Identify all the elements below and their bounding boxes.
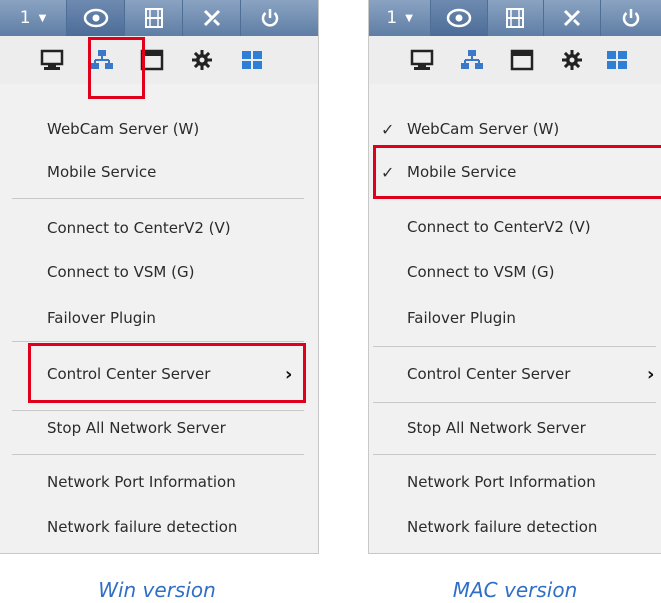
menu-separator bbox=[12, 341, 304, 342]
film-icon bbox=[506, 8, 525, 28]
menu-item-network-failure-detection[interactable]: Network failure detection bbox=[369, 508, 661, 546]
menu-item-webcam-server[interactable]: WebCam Server (W) bbox=[0, 110, 318, 148]
menu-item-mobile-service[interactable]: Mobile Service bbox=[0, 153, 318, 191]
settings-button[interactable] bbox=[547, 36, 597, 84]
menu-item-label: WebCam Server (W) bbox=[47, 120, 200, 138]
monitor-button[interactable] bbox=[27, 36, 77, 84]
menu-item-label: Mobile Service bbox=[47, 163, 157, 181]
power-icon bbox=[261, 9, 278, 27]
caption-mac-version: MAC version bbox=[452, 578, 578, 602]
win-menu-panel: 1 ▼ WebCam Server (W) Mobile Service Con… bbox=[0, 0, 319, 554]
menu-item-connect-vsm[interactable]: Connect to VSM (G) bbox=[0, 253, 318, 291]
tools-button[interactable] bbox=[182, 0, 240, 36]
submenu-arrow-icon: › bbox=[647, 363, 655, 385]
tools-icon bbox=[563, 9, 580, 27]
settings-button[interactable] bbox=[177, 36, 227, 84]
menu-item-failover-plugin[interactable]: Failover Plugin bbox=[0, 299, 318, 337]
menu-item-network-failure-detection[interactable]: Network failure detection bbox=[0, 508, 318, 546]
menu-item-network-port-information[interactable]: Network Port Information bbox=[369, 463, 661, 501]
menu-separator bbox=[12, 198, 304, 199]
highlight-mobile-service bbox=[373, 145, 661, 199]
mac-menu-panel: 1 ▼ ✓ WebCam Server (W) ✓ Mobile Service… bbox=[368, 0, 661, 554]
monitor-icon bbox=[410, 49, 434, 70]
tools-icon bbox=[203, 9, 220, 27]
menu-item-label: Connect to CenterV2 (V) bbox=[407, 218, 591, 236]
menu-item-stop-all-network-server[interactable]: Stop All Network Server bbox=[369, 409, 661, 447]
monitor-button[interactable] bbox=[397, 36, 447, 84]
win-submenu-icon-row bbox=[0, 36, 318, 84]
film-button[interactable] bbox=[124, 0, 182, 36]
mac-layout-number-dropdown[interactable]: 1 ▼ bbox=[369, 0, 430, 36]
menu-item-label: Control Center Server bbox=[407, 365, 571, 383]
menu-separator bbox=[373, 402, 656, 403]
menu-separator bbox=[12, 454, 304, 455]
highlight-network-icon bbox=[88, 37, 145, 99]
menu-separator bbox=[373, 454, 656, 455]
power-button[interactable] bbox=[240, 0, 298, 36]
win-layout-number-dropdown[interactable]: 1 ▼ bbox=[0, 0, 66, 36]
mac-top-toolbar: 1 ▼ bbox=[369, 0, 661, 36]
menu-item-connect-centerv2[interactable]: Connect to CenterV2 (V) bbox=[369, 208, 661, 246]
network-icon bbox=[461, 50, 483, 69]
monitor-icon bbox=[40, 49, 64, 70]
win-layout-number: 1 bbox=[19, 8, 31, 28]
eye-icon bbox=[83, 8, 108, 28]
menu-item-label: Connect to VSM (G) bbox=[407, 263, 555, 281]
menu-item-network-port-information[interactable]: Network Port Information bbox=[0, 463, 318, 501]
menu-item-control-center-server[interactable]: Control Center Server › bbox=[369, 355, 661, 393]
menu-item-label: Stop All Network Server bbox=[407, 419, 586, 437]
menu-item-connect-centerv2[interactable]: Connect to CenterV2 (V) bbox=[0, 209, 318, 247]
network-button[interactable] bbox=[447, 36, 497, 84]
windows-grid-icon bbox=[607, 51, 627, 69]
dropdown-caret-icon: ▼ bbox=[405, 12, 413, 24]
gear-icon bbox=[562, 50, 582, 70]
menu-item-label: Network Port Information bbox=[47, 473, 236, 491]
film-icon bbox=[144, 8, 163, 28]
window-button[interactable] bbox=[497, 36, 547, 84]
power-icon bbox=[623, 9, 640, 27]
win-top-toolbar: 1 ▼ bbox=[0, 0, 318, 36]
windows-grid-button[interactable] bbox=[597, 36, 637, 84]
highlight-control-center-server bbox=[28, 343, 306, 403]
film-button[interactable] bbox=[486, 0, 543, 36]
menu-item-label: Network Port Information bbox=[407, 473, 596, 491]
mac-submenu-icon-row bbox=[369, 36, 661, 84]
menu-item-label: Network failure detection bbox=[407, 518, 598, 536]
menu-item-label: Connect to CenterV2 (V) bbox=[47, 219, 231, 237]
menu-item-label: Connect to VSM (G) bbox=[47, 263, 195, 281]
power-button[interactable] bbox=[599, 0, 661, 36]
eye-icon bbox=[446, 8, 472, 28]
window-icon bbox=[510, 49, 534, 71]
menu-item-label: Failover Plugin bbox=[407, 309, 516, 327]
windows-grid-button[interactable] bbox=[227, 36, 277, 84]
menu-item-label: Failover Plugin bbox=[47, 309, 156, 327]
tools-button[interactable] bbox=[543, 0, 599, 36]
gear-icon bbox=[192, 50, 212, 70]
menu-item-failover-plugin[interactable]: Failover Plugin bbox=[369, 299, 661, 337]
dropdown-caret-icon: ▼ bbox=[38, 12, 47, 24]
mac-layout-number: 1 bbox=[386, 8, 398, 28]
menu-item-label: Stop All Network Server bbox=[47, 419, 226, 437]
menu-item-stop-all-network-server[interactable]: Stop All Network Server bbox=[0, 409, 318, 447]
caption-win-version: Win version bbox=[98, 578, 216, 602]
check-icon: ✓ bbox=[381, 119, 395, 139]
menu-item-webcam-server[interactable]: ✓ WebCam Server (W) bbox=[369, 110, 661, 148]
eye-button[interactable] bbox=[66, 0, 124, 36]
eye-button[interactable] bbox=[430, 0, 487, 36]
menu-separator bbox=[373, 346, 656, 347]
menu-item-label: Network failure detection bbox=[47, 518, 238, 536]
menu-item-connect-vsm[interactable]: Connect to VSM (G) bbox=[369, 253, 661, 291]
menu-item-label: WebCam Server (W) bbox=[407, 120, 560, 138]
windows-grid-icon bbox=[242, 51, 262, 69]
